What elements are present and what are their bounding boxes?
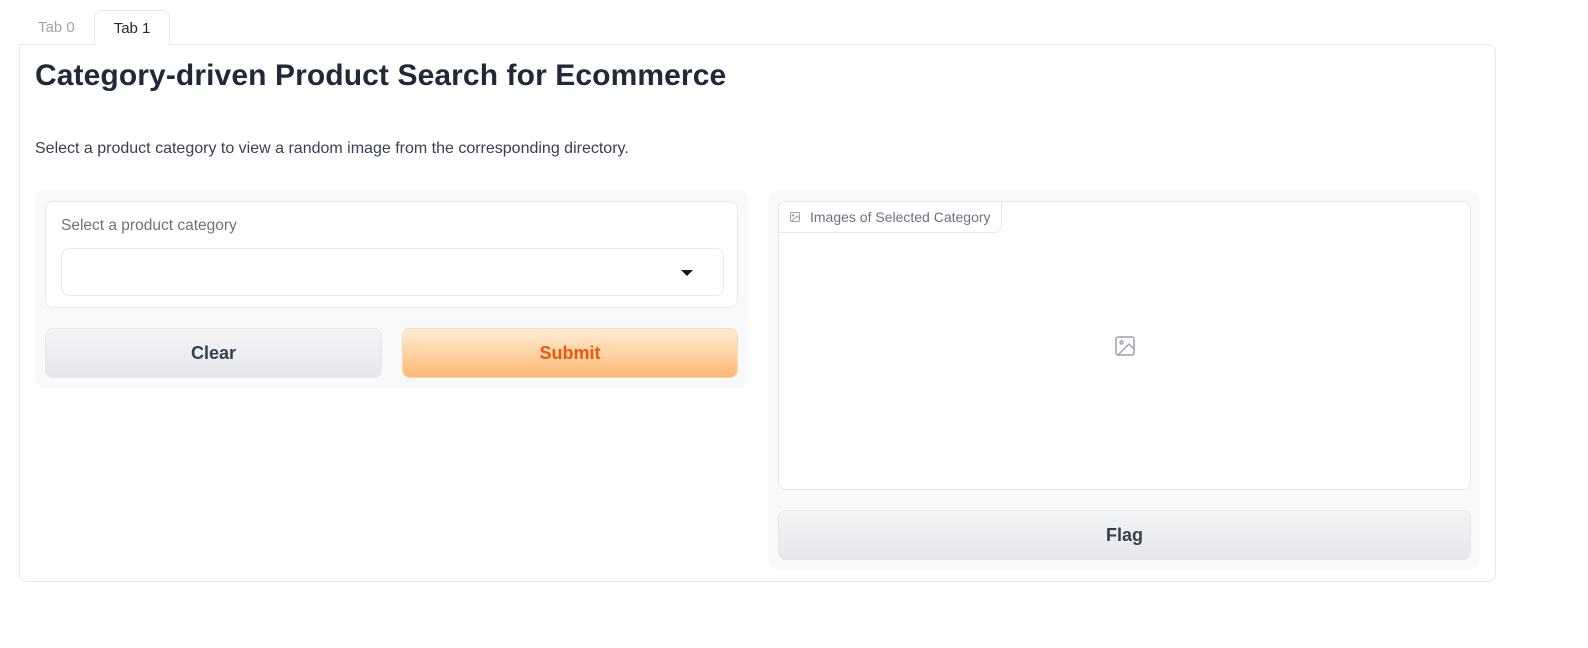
submit-button[interactable]: Submit [402, 328, 738, 378]
tab-1[interactable]: Tab 1 [93, 10, 171, 46]
image-output-label: Images of Selected Category [778, 201, 1002, 233]
clear-button[interactable]: Clear [45, 328, 382, 378]
image-output-label-text: Images of Selected Category [810, 209, 991, 225]
category-dropdown-label: Select a product category [61, 217, 237, 234]
category-dropdown-block: Select a product category [45, 201, 738, 308]
page-title: Category-driven Product Search for Ecomm… [35, 59, 727, 92]
image-output: Images of Selected Category [778, 201, 1471, 490]
image-placeholder-icon [1114, 335, 1135, 356]
tab-0[interactable]: Tab 0 [19, 10, 94, 45]
flag-button[interactable]: Flag [778, 510, 1471, 560]
category-dropdown[interactable] [61, 248, 724, 296]
tab-panel: Category-driven Product Search for Ecomm… [19, 44, 1496, 582]
input-column: Select a product category Clear Submit [35, 191, 748, 388]
image-icon [790, 212, 800, 222]
page-description: Select a product category to view a rand… [35, 140, 629, 157]
tab-bar: Tab 0 Tab 1 [19, 9, 171, 46]
caret-down-icon[interactable] [681, 270, 693, 276]
output-column: Images of Selected Category Flag [768, 191, 1480, 569]
